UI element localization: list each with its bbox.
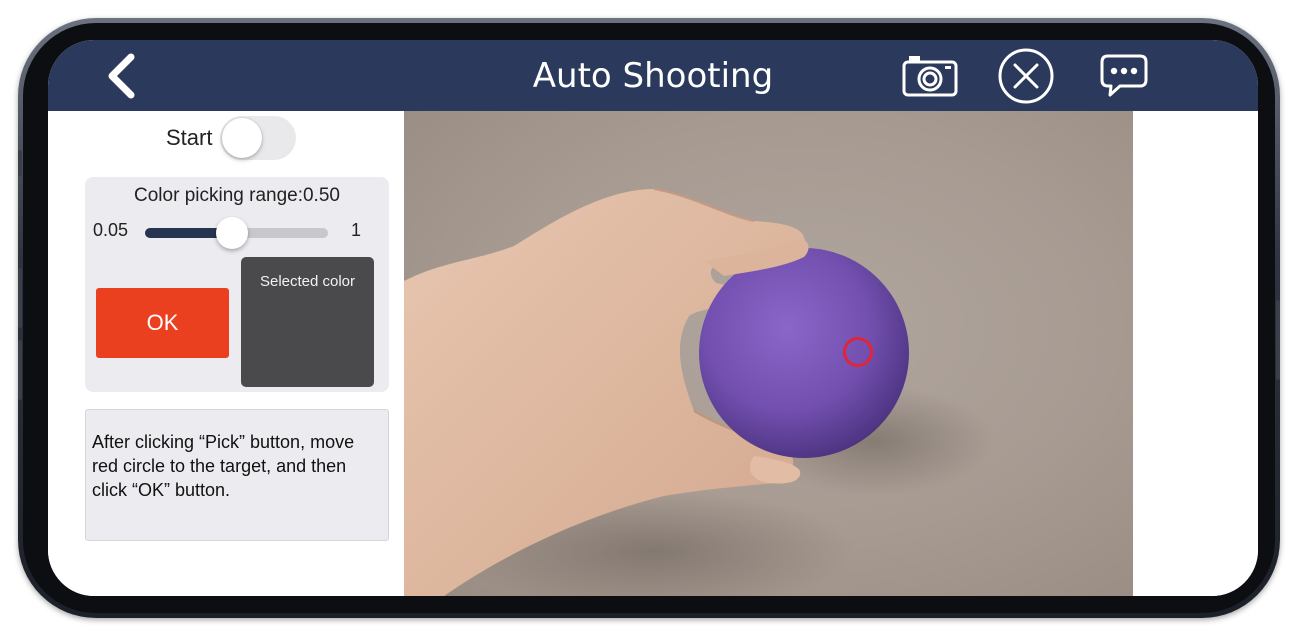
toggle-knob [222,118,263,158]
range-max-label: 1 [351,220,362,240]
slider-thumb[interactable] [216,217,248,249]
camera-preview[interactable] [404,111,1133,596]
chat-bubble-icon [1100,54,1148,97]
range-min-label: 0.05 [93,220,129,240]
back-button[interactable] [96,50,146,102]
chat-button[interactable] [1094,48,1154,104]
color-range-panel: Color picking range:0.50 0.05 1 OK Selec… [85,177,389,392]
selected-color-swatch: Selected color [241,257,374,387]
camera-image [404,188,994,596]
range-label: Color picking range:0.50 [134,185,340,206]
start-row: Start [166,116,297,160]
camera-icon [902,56,958,97]
nav-bar: Auto Shooting [48,40,1258,111]
chevron-left-icon [108,53,135,99]
start-label: Start [166,125,213,150]
side-button [18,150,22,176]
right-blank-area [1133,111,1258,596]
start-toggle[interactable] [220,116,297,160]
page-title: Auto Shooting [532,55,774,96]
control-panel: Start Color picking range:0.50 0.05 1 OK… [48,111,404,596]
side-button [18,268,22,328]
instruction-text: After clicking “Pick” button, move red c… [85,409,389,541]
app-screen: Auto Shooting Start Color picking range:… [48,40,1258,596]
side-button [18,340,22,400]
selected-color-label: Selected color [259,273,356,290]
pick-target-circle[interactable] [843,337,873,367]
color-range-slider[interactable] [145,217,328,249]
side-button [1276,300,1280,380]
camera-button[interactable] [900,48,960,104]
close-button[interactable] [996,48,1056,104]
circle-x-icon [998,48,1054,104]
ok-button[interactable]: OK [96,288,229,358]
